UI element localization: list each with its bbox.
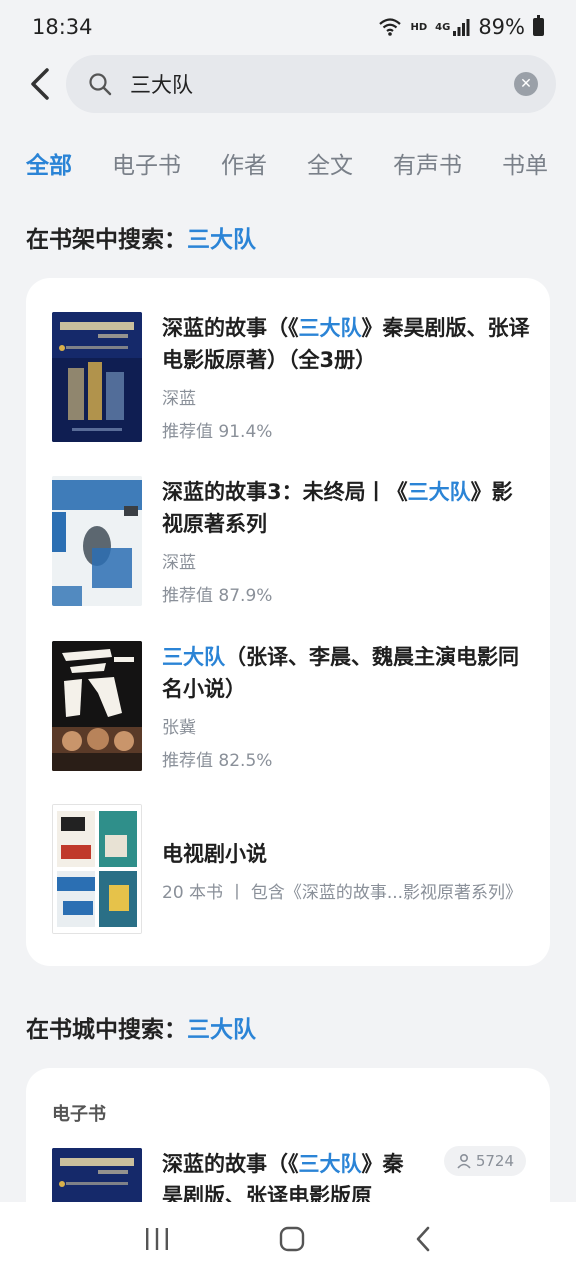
wifi-icon: [379, 18, 402, 36]
booklist-cover: [52, 804, 142, 934]
home-icon: [279, 1226, 305, 1252]
shelf-section-title: 在书架中搜索：三大队: [26, 220, 256, 254]
status-time: 18:34: [32, 15, 93, 39]
book-cover-2: [52, 476, 142, 606]
booklist-cover-art: [53, 805, 141, 933]
back-icon: [416, 1226, 429, 1252]
store-book-title-keyword: 三大队: [298, 1152, 362, 1176]
book-score-1: 推荐值 91.4%: [162, 422, 273, 442]
book-title-2-keyword: 三大队: [407, 480, 471, 504]
tab-booklist[interactable]: 书单: [502, 146, 548, 180]
book-title-3-keyword: 三大队: [162, 645, 225, 669]
book-title-1: 深蓝的故事（《三大队》秦昊剧版、张译电影版原著）（全3册）: [162, 312, 530, 376]
shelf-results-card: 深蓝的故事（《三大队》秦昊剧版、张译电影版原著）（全3册） 深蓝 推荐值 91.…: [26, 278, 550, 966]
readers-count: 5724: [475, 1152, 514, 1170]
battery-level: 89%: [478, 15, 525, 39]
home-button[interactable]: [278, 1225, 306, 1257]
chevron-left-icon: [31, 68, 49, 100]
shelf-book-3[interactable]: 三大队（张译、李晨、魏晨主演电影同名小说） 张冀 推荐值 82.5%: [52, 641, 530, 771]
clear-search-button[interactable]: ✕: [514, 72, 538, 96]
tab-fulltext[interactable]: 全文: [307, 146, 353, 180]
recent-apps-button[interactable]: [143, 1226, 171, 1256]
booklist-meta: 20 本书 丨 包含《深蓝的故事...影视原著系列》: [162, 883, 523, 903]
book-title-2: 深蓝的故事3：未终局丨《三大队》影视原著系列: [162, 476, 530, 540]
store-sub-label: 电子书: [52, 1104, 106, 1125]
book-cover-2-art: [52, 476, 142, 606]
store-book-title-pre: 深蓝的故事（《: [162, 1152, 299, 1176]
shelf-booklist[interactable]: 电视剧小说 20 本书 丨 包含《深蓝的故事...影视原著系列》: [52, 804, 530, 934]
readers-badge: 5724: [443, 1146, 526, 1176]
recent-apps-icon: [146, 1228, 169, 1250]
nav-back-button[interactable]: [413, 1225, 433, 1257]
shelf-keyword: 三大队: [187, 227, 256, 253]
store-title-prefix: 在书城中搜索：: [26, 1017, 187, 1043]
store-keyword: 三大队: [187, 1017, 256, 1043]
network-type: 4G: [435, 21, 451, 33]
tab-audiobook[interactable]: 有声书: [393, 146, 462, 180]
book-score-2: 推荐值 87.9%: [162, 586, 273, 606]
book-cover-1-art: [52, 312, 142, 442]
shelf-book-2[interactable]: 深蓝的故事3：未终局丨《三大队》影视原著系列 深蓝 推荐值 87.9%: [52, 476, 530, 606]
store-section-title: 在书城中搜索：三大队: [26, 1010, 256, 1044]
book-cover-3-art: [52, 641, 142, 771]
tab-ebook[interactable]: 电子书: [112, 146, 181, 180]
shelf-title-prefix: 在书架中搜索：: [26, 227, 187, 253]
status-bar: 18:34 HD 4G 89%: [0, 0, 576, 54]
person-icon: [457, 1153, 471, 1169]
status-icons: HD 4G 89%: [378, 15, 544, 39]
signal-icon: [453, 19, 470, 36]
book-title-3: 三大队（张译、李晨、魏晨主演电影同名小说）: [162, 641, 530, 705]
book-score-3: 推荐值 82.5%: [162, 751, 273, 771]
booklist-title: 电视剧小说: [162, 842, 267, 866]
close-icon: ✕: [520, 76, 532, 92]
book-title-1-keyword: 三大队: [298, 316, 362, 340]
shelf-book-1[interactable]: 深蓝的故事（《三大队》秦昊剧版、张译电影版原著）（全3册） 深蓝 推荐值 91.…: [52, 312, 530, 442]
search-input[interactable]: 三大队 ✕: [66, 55, 556, 113]
book-cover-1: [52, 312, 142, 442]
book-title-2-pre: 深蓝的故事3：未终局丨《: [162, 480, 408, 504]
book-cover-3: [52, 641, 142, 771]
battery-icon: [533, 15, 544, 36]
filter-tabs: 全部 电子书 作者 全文 有声书 书单: [26, 140, 576, 186]
book-author-1: 深蓝: [162, 389, 196, 409]
search-query[interactable]: 三大队: [130, 69, 514, 99]
system-nav-bar: [0, 1202, 576, 1280]
book-author-2: 深蓝: [162, 553, 196, 573]
search-icon: [89, 73, 112, 96]
search-header: 三大队 ✕: [0, 54, 576, 114]
book-author-3: 张冀: [162, 718, 196, 738]
book-title-1-pre: 深蓝的故事（《: [162, 316, 299, 340]
back-button[interactable]: [22, 64, 58, 104]
tab-author[interactable]: 作者: [221, 146, 267, 180]
hd-indicator: HD: [410, 21, 428, 33]
tab-all[interactable]: 全部: [26, 146, 72, 180]
